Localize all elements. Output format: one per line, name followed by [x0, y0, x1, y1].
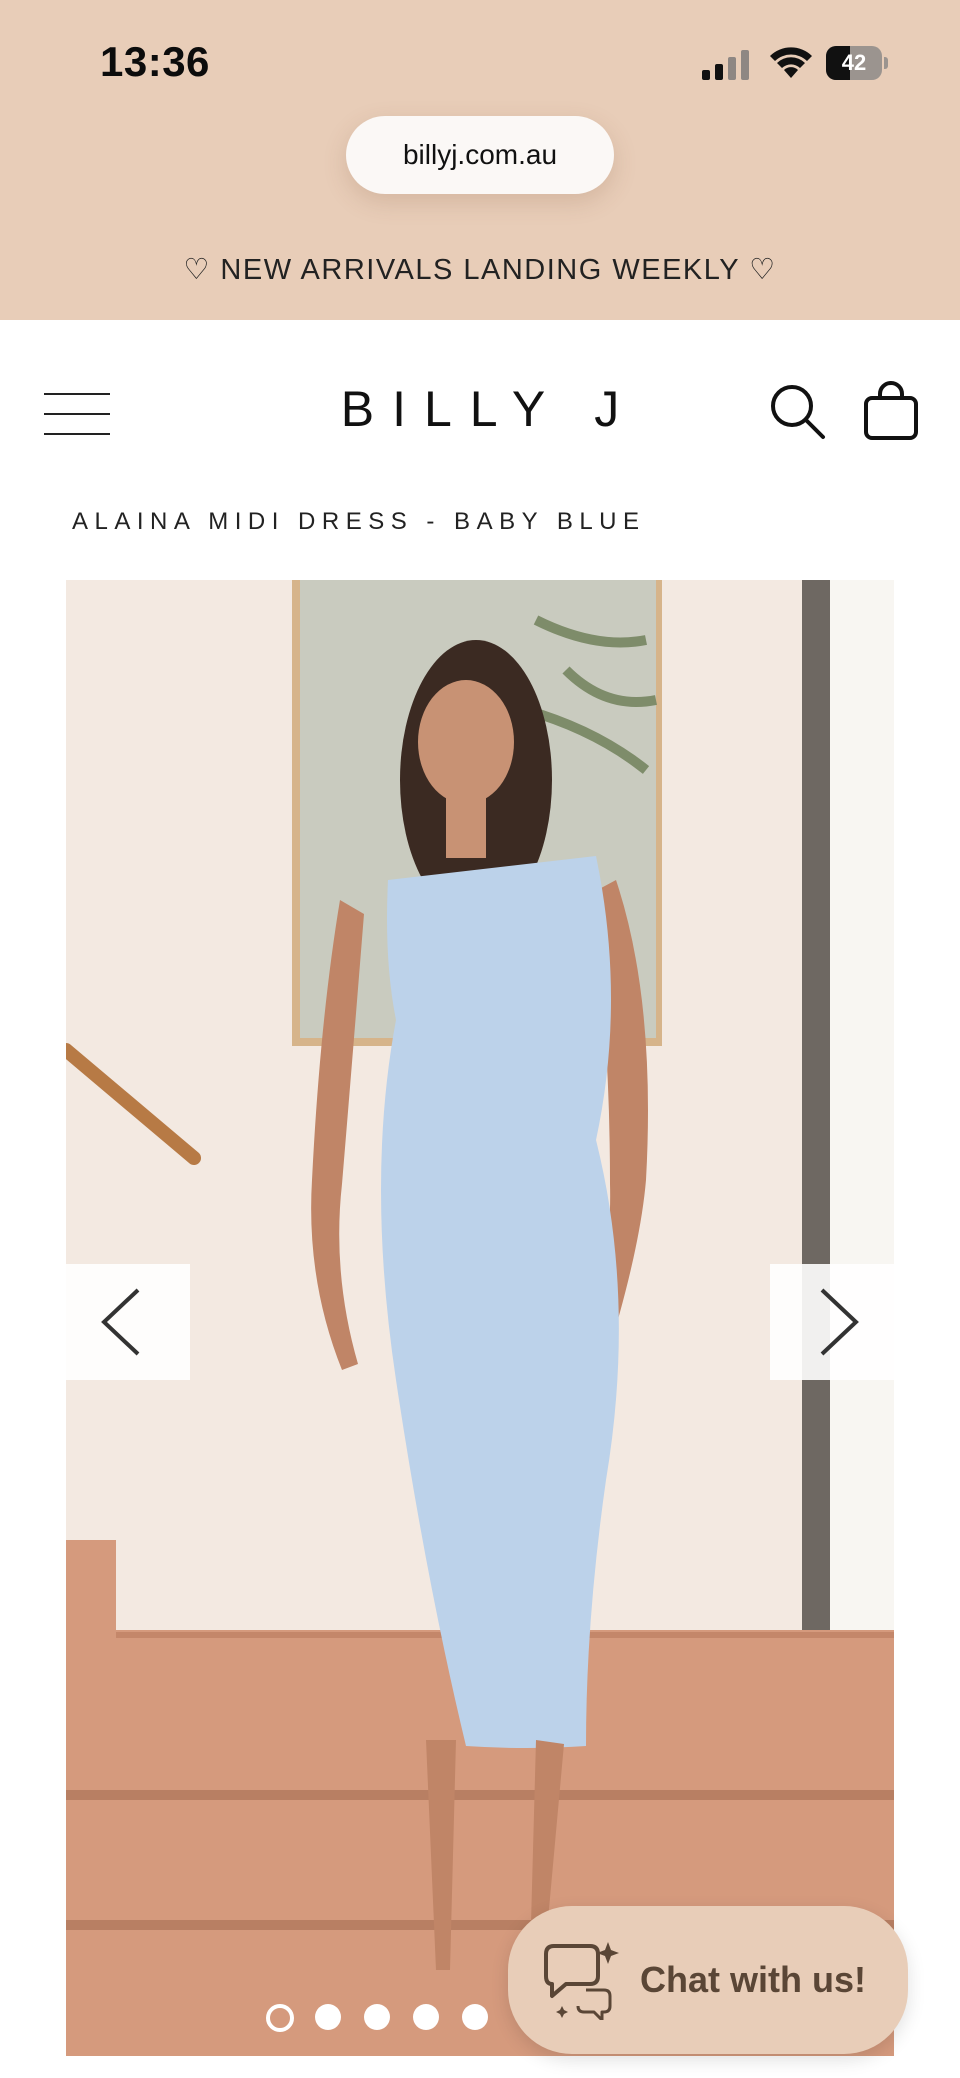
product-title: ALAINA MIDI DRESS - BABY BLUE [72, 508, 646, 535]
pagination-dot[interactable] [315, 2004, 341, 2030]
chat-label: Chat with us! [640, 1959, 866, 2000]
chat-button[interactable]: Chat with us! [508, 1906, 908, 2054]
address-bar[interactable]: billyj.com.au [346, 116, 614, 194]
announcement-banner[interactable]: ♡ NEW ARRIVALS LANDING WEEKLY ♡ [0, 252, 960, 287]
cellular-signal-icon [702, 50, 749, 80]
status-time: 13:36 [100, 38, 210, 85]
browser-chrome: 13:36 42 billyj.com.au ♡ NEW ARRIVALS LA… [0, 0, 960, 320]
battery-body: 42 [826, 46, 882, 80]
pagination-dot[interactable] [266, 2004, 294, 2032]
search-icon[interactable] [768, 382, 826, 440]
wifi-icon [770, 47, 812, 78]
status-bar: 13:36 42 [0, 0, 960, 110]
pagination-dot[interactable] [413, 2004, 439, 2030]
chat-bubbles-icon [544, 1942, 619, 2020]
battery-tip [884, 57, 888, 69]
pagination-dot[interactable] [364, 2004, 390, 2030]
site-header: BILLY J [0, 320, 960, 470]
gallery-prev-button[interactable] [66, 1264, 190, 1380]
battery-level: 42 [841, 50, 867, 75]
gallery-next-button[interactable] [770, 1264, 894, 1380]
gallery-pagination [266, 2004, 506, 2034]
chevron-right-icon [820, 1288, 859, 1356]
pagination-dot[interactable] [462, 2004, 488, 2030]
chevron-left-icon [101, 1288, 140, 1356]
shopping-bag-icon[interactable] [862, 380, 920, 442]
battery-icon: 42 [826, 46, 888, 80]
